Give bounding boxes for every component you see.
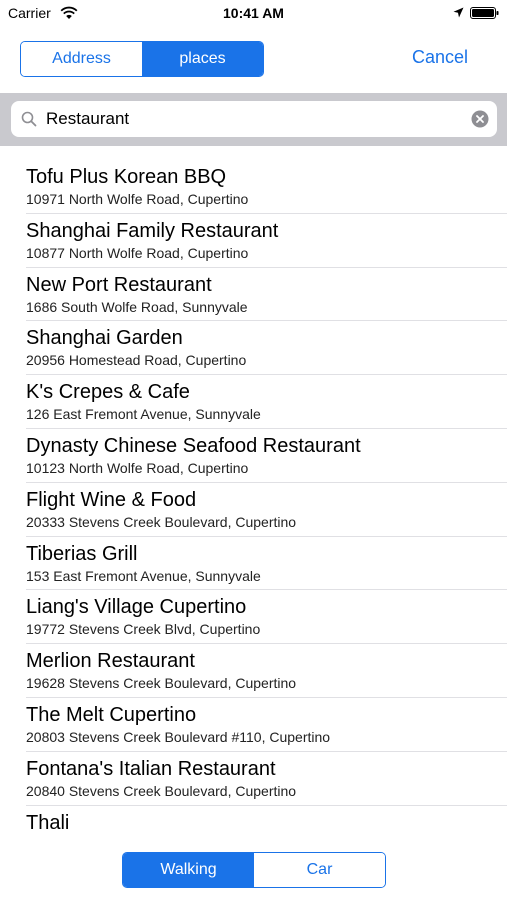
place-name: Liang's Village Cupertino — [26, 596, 247, 619]
place-address: 153 East Fremont Avenue, Sunnyvale — [26, 567, 261, 584]
place-address: 20956 Homestead Road, Cupertino — [26, 352, 247, 369]
location-arrow-icon — [453, 7, 464, 18]
place-address: 20840 Stevens Creek Boulevard, Cupertino — [26, 782, 297, 799]
place-name: K's Crepes & Cafe — [26, 381, 190, 404]
place-address: 10123 North Wolfe Road, Cupertino — [26, 459, 249, 476]
transport-mode-segmented-control: Walking Car — [122, 852, 386, 888]
place-address: 19772 Stevens Creek Blvd, Cupertino — [26, 621, 261, 638]
list-item[interactable]: Fontana's Italian Restaurant 20840 Steve… — [26, 752, 507, 806]
place-name: Shanghai Garden — [26, 327, 183, 350]
tab-places[interactable]: places — [142, 42, 263, 76]
place-address: 10971 North Wolfe Road, Cupertino — [26, 191, 249, 207]
list-item[interactable]: The Melt Cupertino 20803 Stevens Creek B… — [26, 698, 507, 752]
place-name: Shanghai Family Restaurant — [26, 219, 279, 242]
list-item[interactable]: Merlion Restaurant 19628 Stevens Creek B… — [26, 644, 507, 698]
list-item[interactable]: Flight Wine & Food 20333 Stevens Creek B… — [26, 483, 507, 537]
search-mode-segmented-control: Address places — [20, 41, 264, 77]
list-item[interactable]: Dynasty Chinese Seafood Restaurant 10123… — [26, 429, 507, 483]
tab-address[interactable]: Address — [21, 42, 142, 76]
place-name: New Port Restaurant — [26, 273, 212, 296]
search-icon — [21, 111, 37, 127]
results-list: Tofu Plus Korean BBQ 10971 North Wolfe R… — [0, 160, 507, 840]
list-item[interactable]: Tofu Plus Korean BBQ 10971 North Wolfe R… — [26, 160, 507, 214]
list-item[interactable]: New Port Restaurant 1686 South Wolfe Roa… — [26, 268, 507, 322]
place-address: 126 East Fremont Avenue, Sunnyvale — [26, 406, 261, 423]
place-name: Thali — [26, 811, 70, 834]
place-address: 10877 North Wolfe Road, Cupertino — [26, 244, 249, 261]
place-address: 19628 Stevens Creek Boulevard, Cupertino — [26, 675, 297, 692]
list-item[interactable]: K's Crepes & Cafe 126 East Fremont Avenu… — [26, 375, 507, 429]
list-item[interactable]: Shanghai Garden 20956 Homestead Road, Cu… — [26, 321, 507, 376]
place-name: Tiberias Grill — [26, 542, 138, 565]
place-address: 20803 Stevens Creek Boulevard #110, Cupe… — [26, 728, 331, 745]
place-name: Tofu Plus Korean BBQ — [26, 166, 227, 188]
search-bar — [0, 93, 507, 146]
tab-walking[interactable]: Walking — [123, 853, 254, 887]
battery-icon — [470, 7, 499, 19]
list-item[interactable]: Tiberias Grill 153 East Fremont Avenue, … — [26, 537, 507, 591]
place-name: Merlion Restaurant — [26, 650, 195, 673]
place-name: The Melt Cupertino — [26, 703, 197, 726]
list-item[interactable]: Thali — [26, 806, 507, 840]
list-item[interactable]: Shanghai Family Restaurant 10877 North W… — [26, 214, 507, 268]
place-name: Dynasty Chinese Seafood Restaurant — [26, 434, 361, 457]
list-item[interactable]: Liang's Village Cupertino 19772 Stevens … — [26, 590, 507, 645]
tab-car[interactable]: Car — [254, 853, 385, 887]
place-address: 20333 Stevens Creek Boulevard, Cupertino — [26, 513, 297, 530]
place-name: Fontana's Italian Restaurant — [26, 757, 276, 780]
status-bar: Carrier 10:41 AM — [0, 0, 507, 28]
search-field — [11, 101, 497, 137]
clear-icon[interactable] — [471, 110, 489, 128]
place-name: Flight Wine & Food — [26, 488, 197, 511]
cancel-button[interactable]: Cancel — [395, 47, 485, 71]
place-address: 1686 South Wolfe Road, Sunnyvale — [26, 298, 248, 315]
search-input[interactable] — [46, 101, 466, 137]
clock: 10:41 AM — [223, 5, 284, 21]
